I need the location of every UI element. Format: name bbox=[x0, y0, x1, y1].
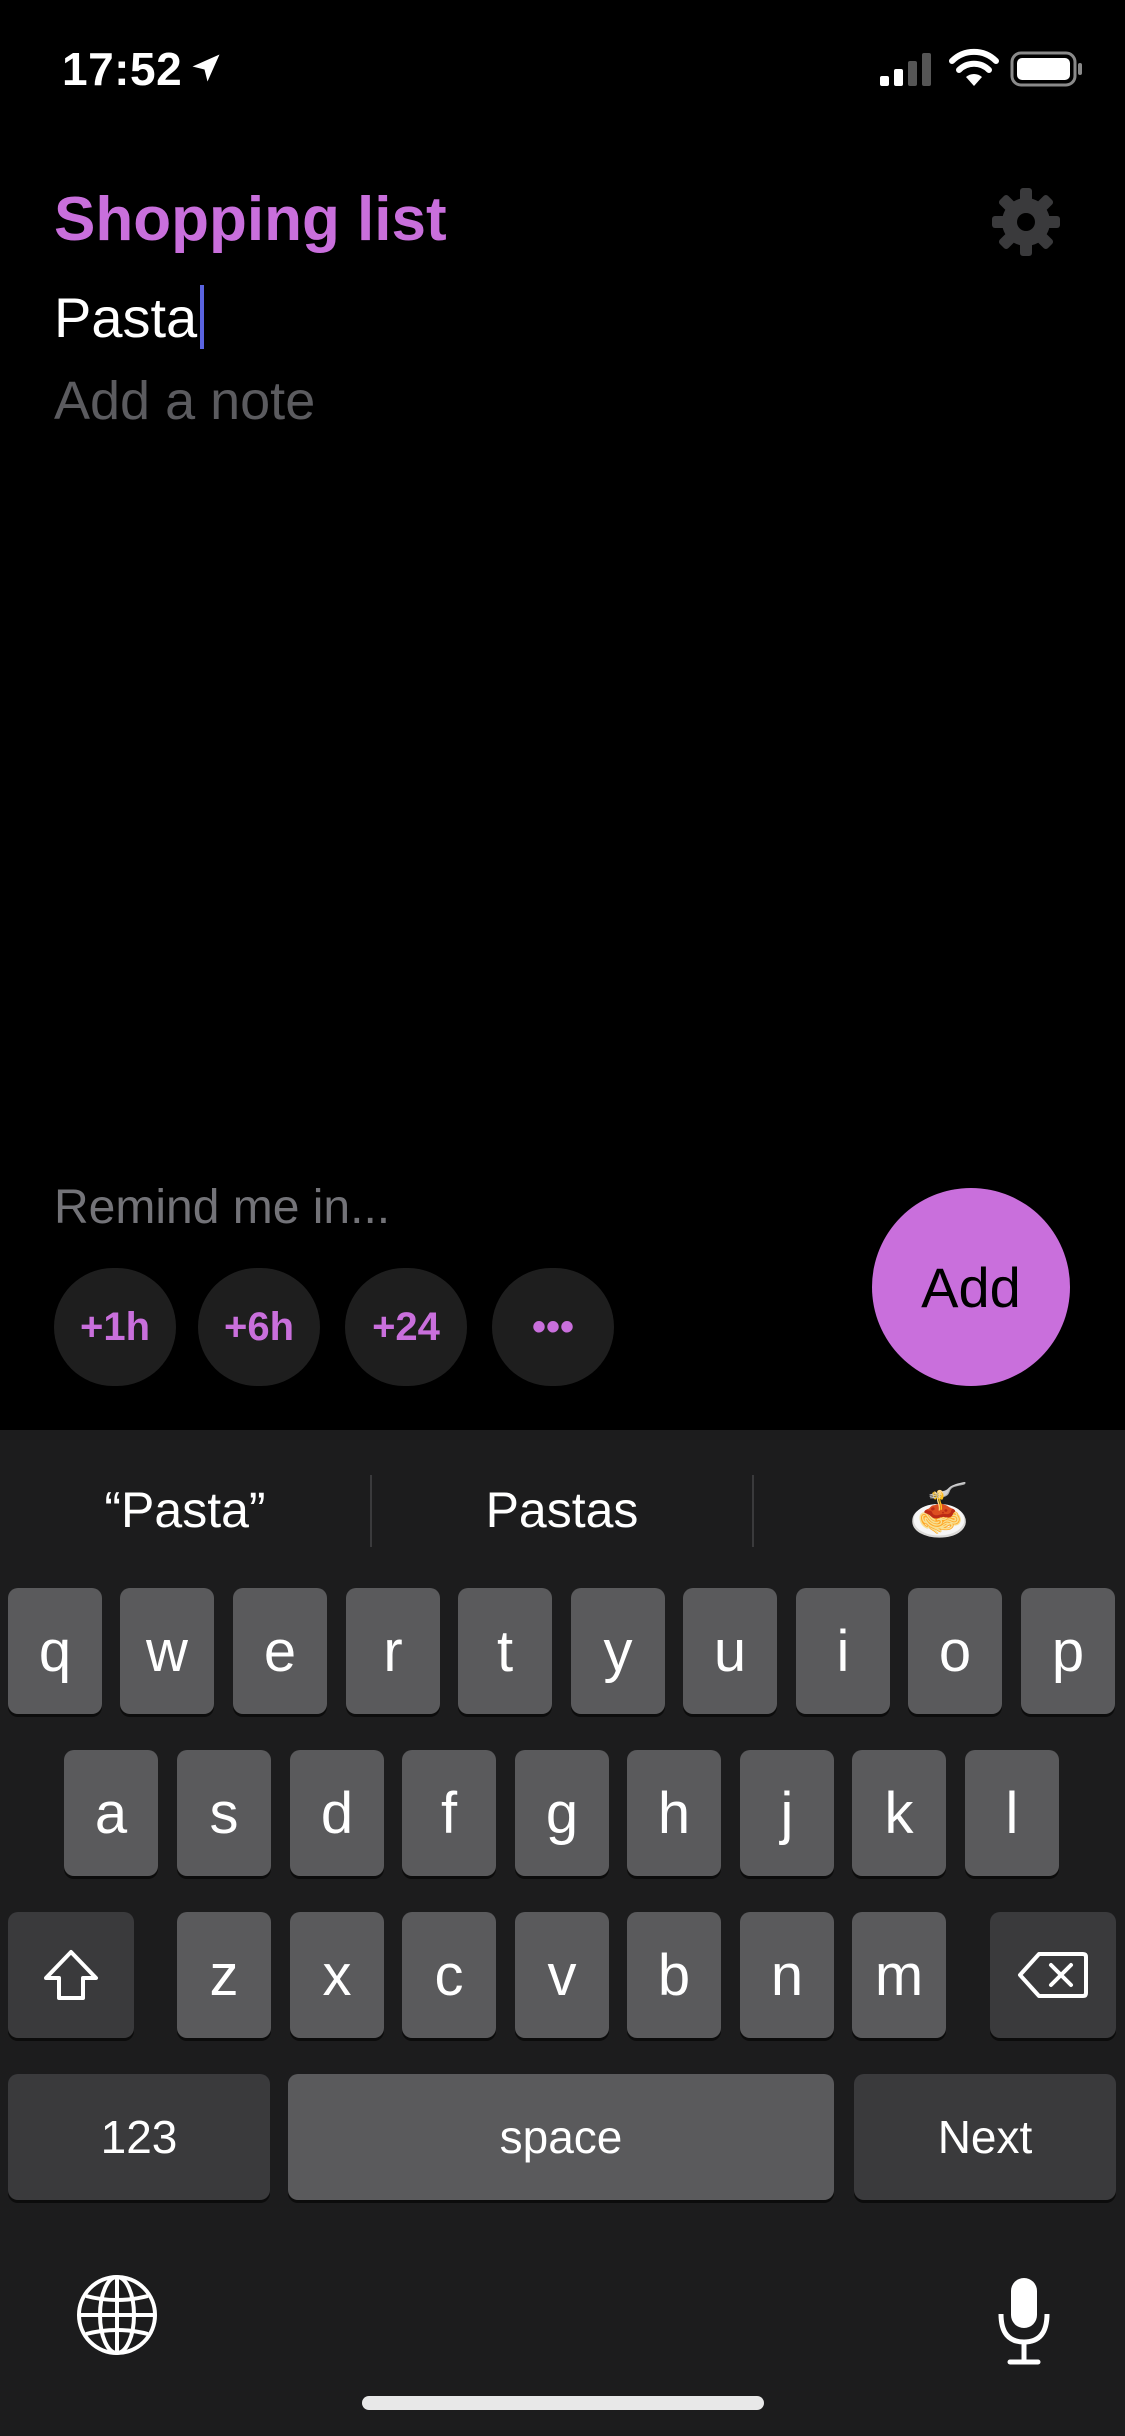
shift-key[interactable] bbox=[8, 1912, 134, 2038]
next-key[interactable]: Next bbox=[854, 2074, 1116, 2200]
delete-icon bbox=[1018, 1952, 1088, 1998]
key-d[interactable]: d bbox=[290, 1750, 384, 1876]
key-l[interactable]: l bbox=[965, 1750, 1059, 1876]
key-b[interactable]: b bbox=[627, 1912, 721, 2038]
key-v[interactable]: v bbox=[515, 1912, 609, 2038]
key-x[interactable]: x bbox=[290, 1912, 384, 2038]
item-name-input[interactable]: Pasta bbox=[54, 282, 954, 352]
key-h[interactable]: h bbox=[627, 1750, 721, 1876]
shift-icon bbox=[44, 1950, 98, 2000]
remind-more-button[interactable]: ••• bbox=[492, 1268, 614, 1386]
delete-key[interactable] bbox=[990, 1912, 1116, 2038]
key-c[interactable]: c bbox=[402, 1912, 496, 2038]
key-s[interactable]: s bbox=[177, 1750, 271, 1876]
key-m[interactable]: m bbox=[852, 1912, 946, 2038]
location-arrow-icon bbox=[192, 54, 220, 82]
key-t[interactable]: t bbox=[458, 1588, 552, 1714]
suggestion-2[interactable]: Pastas bbox=[372, 1475, 752, 1545]
key-a[interactable]: a bbox=[64, 1750, 158, 1876]
key-g[interactable]: g bbox=[515, 1750, 609, 1876]
suggestion-emoji[interactable]: 🍝 bbox=[754, 1475, 1125, 1545]
globe-icon[interactable] bbox=[74, 2272, 160, 2358]
key-n[interactable]: n bbox=[740, 1912, 834, 2038]
numbers-key[interactable]: 123 bbox=[8, 2074, 270, 2200]
key-w[interactable]: w bbox=[120, 1588, 214, 1714]
remind-6h-button[interactable]: +6h bbox=[198, 1268, 320, 1386]
note-input[interactable]: Add a note bbox=[54, 370, 315, 432]
page-title[interactable]: Shopping list bbox=[54, 184, 447, 255]
key-o[interactable]: o bbox=[908, 1588, 1002, 1714]
key-e[interactable]: e bbox=[233, 1588, 327, 1714]
text-caret bbox=[200, 285, 205, 349]
gear-icon[interactable] bbox=[990, 186, 1062, 258]
space-key[interactable]: space bbox=[288, 2074, 834, 2200]
status-time: 17:52 bbox=[62, 43, 183, 95]
key-u[interactable]: u bbox=[683, 1588, 777, 1714]
remind-label: Remind me in... bbox=[54, 1181, 391, 1234]
item-name-value: Pasta bbox=[54, 285, 198, 349]
key-k[interactable]: k bbox=[852, 1750, 946, 1876]
key-i[interactable]: i bbox=[796, 1588, 890, 1714]
remind-1h-button[interactable]: +1h bbox=[54, 1268, 176, 1386]
wifi-icon bbox=[949, 48, 999, 86]
key-p[interactable]: p bbox=[1021, 1588, 1115, 1714]
suggestion-1[interactable]: “Pasta” bbox=[0, 1475, 370, 1545]
key-r[interactable]: r bbox=[346, 1588, 440, 1714]
home-indicator bbox=[362, 2396, 764, 2410]
key-z[interactable]: z bbox=[177, 1912, 271, 2038]
remind-24h-button[interactable]: +24 bbox=[345, 1268, 467, 1386]
key-f[interactable]: f bbox=[402, 1750, 496, 1876]
battery-icon bbox=[1010, 51, 1082, 87]
microphone-icon[interactable] bbox=[996, 2276, 1052, 2366]
key-q[interactable]: q bbox=[8, 1588, 102, 1714]
key-j[interactable]: j bbox=[740, 1750, 834, 1876]
add-button[interactable]: Add bbox=[872, 1188, 1070, 1386]
cellular-signal-icon bbox=[880, 53, 931, 86]
key-y[interactable]: y bbox=[571, 1588, 665, 1714]
